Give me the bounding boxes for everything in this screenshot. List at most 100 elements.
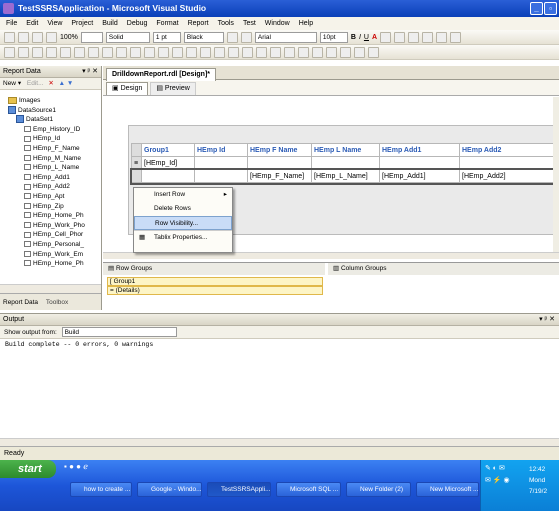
align-lefts-icon[interactable] xyxy=(4,46,15,58)
detail-cell[interactable]: [HEmp_Add2] xyxy=(459,169,556,183)
menu-tools[interactable]: Tools xyxy=(218,20,234,27)
italic-button[interactable]: I xyxy=(359,34,361,41)
save-all-icon[interactable] xyxy=(298,46,309,58)
border-style-select[interactable]: Solid xyxy=(105,31,150,43)
tree-item-folder[interactable]: Images xyxy=(0,96,101,106)
new-file-icon[interactable] xyxy=(4,31,15,43)
font-size-select[interactable]: 10pt xyxy=(319,31,348,43)
row-group-item[interactable]: [ Group1 xyxy=(107,277,323,286)
align-left-icon[interactable] xyxy=(380,31,392,43)
border-width-select[interactable]: 1 pt xyxy=(152,31,181,43)
tab-drilldown-report[interactable]: DrilldownReport.rdl [Design]* xyxy=(106,68,216,81)
tree-item-field[interactable]: HEmp_Apt xyxy=(0,192,101,202)
align-bottoms-icon[interactable] xyxy=(74,46,85,58)
move-up-icon[interactable]: ▲ xyxy=(59,80,65,87)
tree-item-field[interactable]: HEmp_M_Name xyxy=(0,154,101,164)
align-centers-icon[interactable] xyxy=(18,46,29,58)
header-cell[interactable]: HEmp L Name xyxy=(311,143,380,157)
undo-icon[interactable] xyxy=(354,46,365,58)
table-cell[interactable] xyxy=(311,156,380,170)
menu-build[interactable]: Build xyxy=(102,20,118,27)
vertical-scrollbar[interactable] xyxy=(553,97,559,252)
tree-item-field[interactable]: HEmp_Work_Em xyxy=(0,250,101,260)
tree-item-field[interactable]: HEmp_F_Name xyxy=(0,144,101,154)
paste-icon[interactable] xyxy=(340,46,351,58)
same-size-icon[interactable] xyxy=(116,46,127,58)
taskbar-item[interactable]: New Microsoft ... xyxy=(416,482,479,497)
group-row-handle[interactable]: ≡ xyxy=(131,156,142,170)
fill-color-icon[interactable] xyxy=(240,31,252,43)
font-color-button[interactable]: A xyxy=(372,34,377,41)
detail-cell[interactable]: [HEmp_F_Name] xyxy=(247,169,312,183)
menu-format[interactable]: Format xyxy=(156,20,178,27)
taskbar-item[interactable]: Google - Windo... xyxy=(137,482,202,497)
save-icon[interactable] xyxy=(32,31,43,43)
tree-item-field[interactable]: HEmp_Home_Ph xyxy=(0,211,101,221)
tree-item-field[interactable]: HEmp_Add2 xyxy=(0,182,101,192)
cut-icon[interactable] xyxy=(312,46,323,58)
tree-item-field[interactable]: HEmp_Home_Ph xyxy=(0,259,101,269)
add-item-icon[interactable] xyxy=(270,46,281,58)
menu-help[interactable]: Help xyxy=(299,20,313,27)
taskbar-item[interactable]: Microsoft SQL ... xyxy=(276,482,341,497)
table-cell[interactable] xyxy=(247,156,312,170)
menu-file[interactable]: File xyxy=(6,20,17,27)
menu-report[interactable]: Report xyxy=(188,20,209,27)
spacing-icon[interactable] xyxy=(130,46,141,58)
table-cell[interactable] xyxy=(459,156,556,170)
bullets-icon[interactable] xyxy=(436,31,448,43)
menu-debug[interactable]: Debug xyxy=(127,20,148,27)
tab-design[interactable]: ▣ Design xyxy=(106,82,149,95)
delete-icon[interactable]: ✕ xyxy=(48,80,53,87)
h-spacing-icon[interactable] xyxy=(144,46,155,58)
header-cell[interactable]: HEmp Add1 xyxy=(379,143,460,157)
font-name-select[interactable]: Arial xyxy=(254,31,317,43)
menu-window[interactable]: Window xyxy=(265,20,290,27)
header-cell[interactable]: HEmp Add2 xyxy=(459,143,556,157)
media-icon[interactable]: ● xyxy=(76,462,81,471)
table-cell[interactable] xyxy=(194,156,248,170)
table-cell[interactable] xyxy=(379,156,460,170)
split-cells-icon[interactable] xyxy=(186,46,197,58)
output-horizontal-scrollbar[interactable] xyxy=(0,438,559,446)
header-cell[interactable]: HEmp F Name xyxy=(247,143,312,157)
new-button[interactable]: New xyxy=(3,80,16,87)
same-height-icon[interactable] xyxy=(102,46,113,58)
zoom-dropdown[interactable] xyxy=(80,31,103,43)
numbering-icon[interactable] xyxy=(450,31,462,43)
move-down-icon[interactable]: ▼ xyxy=(67,80,73,87)
delete-rows-menu-item[interactable]: Delete Rows xyxy=(134,202,232,216)
tree-item-field[interactable]: HEmp_Zip xyxy=(0,202,101,212)
tablix[interactable]: Group1 HEmp Id HEmp F Name HEmp L Name H… xyxy=(129,143,556,185)
canvas-horizontal-scrollbar[interactable] xyxy=(103,252,559,259)
restore-button[interactable]: ▫ xyxy=(544,2,557,15)
tree-item-field[interactable]: HEmp_Work_Pho xyxy=(0,221,101,231)
zoom-level[interactable]: 100% xyxy=(60,34,78,41)
row-handle[interactable] xyxy=(131,143,142,157)
header-cell[interactable]: HEmp Id xyxy=(194,143,248,157)
tab-toolbox[interactable]: Toolbox xyxy=(46,299,68,306)
pin-icon[interactable]: ▾ ᵖ ✕ xyxy=(539,314,555,325)
tree-item-field[interactable]: HEmp_Personal_ xyxy=(0,240,101,250)
taskbar-item[interactable]: New Folder (2) xyxy=(346,482,411,497)
insert-row-menu-item[interactable]: Insert Row ▸ xyxy=(134,188,232,202)
tab-preview[interactable]: ▤ Preview xyxy=(150,82,196,95)
underline-button[interactable]: U xyxy=(364,34,369,41)
merge-cells-icon[interactable] xyxy=(172,46,183,58)
horizontal-scrollbar[interactable] xyxy=(0,284,101,293)
tree-item-field[interactable]: Emp_History_ID xyxy=(0,125,101,135)
menu-view[interactable]: View xyxy=(47,20,62,27)
tree-item-dataset[interactable]: DataSet1 xyxy=(0,115,101,125)
menu-project[interactable]: Project xyxy=(71,20,93,27)
border-color-select[interactable]: Black xyxy=(183,31,224,43)
send-back-icon[interactable] xyxy=(214,46,225,58)
redo-icon[interactable] xyxy=(368,46,379,58)
ie-icon[interactable]: ℯ xyxy=(83,462,88,471)
detail-cell[interactable]: [HEmp_L_Name] xyxy=(311,169,380,183)
edit-button[interactable]: Edit... xyxy=(27,80,44,87)
bold-button[interactable]: B xyxy=(351,34,356,41)
v-spacing-icon[interactable] xyxy=(158,46,169,58)
taskbar-item[interactable]: how to create ... xyxy=(70,482,132,497)
center-v-icon[interactable] xyxy=(242,46,253,58)
tree-item-field[interactable]: HEmp_Cell_Phor xyxy=(0,230,101,240)
